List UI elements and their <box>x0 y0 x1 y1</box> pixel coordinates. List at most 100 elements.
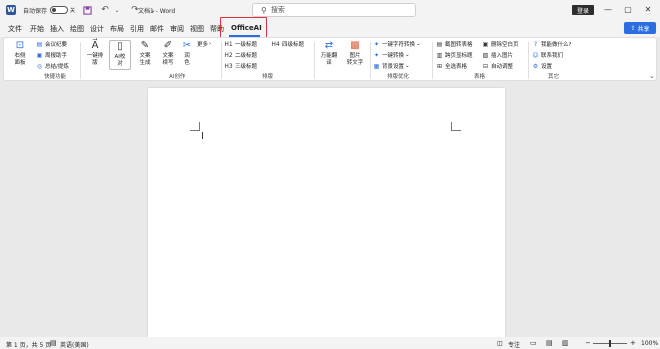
proofing-icon[interactable]: ▤ <box>50 339 57 347</box>
focus-mode-label[interactable]: 专注 <box>508 340 520 349</box>
chevron-down-icon: ⌄ <box>416 41 421 47</box>
dropdown-icon[interactable]: ⌄ <box>111 4 123 16</box>
repeat-header-button[interactable]: ▥ 跨页显标题 <box>436 51 473 60</box>
login-button[interactable]: 登录 <box>572 5 595 15</box>
copy-generate-button[interactable]: ✎ 文案 生成 <box>134 40 156 67</box>
summary-icon: ◎ <box>36 62 43 70</box>
heading2-button[interactable]: H2 二级标题 <box>224 51 258 60</box>
tab-view[interactable]: 视图 <box>190 24 204 34</box>
tab-layout[interactable]: 布局 <box>110 24 124 34</box>
page-count[interactable]: 第 1 页，共 5 页 <box>6 340 51 349</box>
h2-icon: H2 <box>224 51 233 59</box>
one-click-format-label: 一键排 版 <box>86 53 104 66</box>
web-layout-icon[interactable]: ▥ <box>562 339 569 347</box>
crop-mark <box>451 122 461 131</box>
zoom-out-icon[interactable]: − <box>585 339 591 347</box>
one-click-format-button[interactable]: A⃗ 一键排 版 <box>83 40 107 67</box>
maximize-icon[interactable]: ▢ <box>622 3 634 15</box>
chevron-down-icon: › <box>209 41 212 47</box>
translate-button[interactable]: ⇄ 万能翻 译 <box>317 40 341 67</box>
ribbon: ⊡ 右侧 面板 ▤ 会议纪要 ▣ 周报助手 ◎ 总结/提炼 快捷功能 A⃗ 一键排 版… <box>3 37 657 81</box>
right-panel-button[interactable]: ⊡ 右侧 面板 <box>8 40 32 67</box>
tab-draw[interactable]: 绘图 <box>70 24 84 34</box>
heading4-button[interactable]: H4 四级标题 <box>271 40 304 49</box>
zoom-slider-thumb[interactable] <box>609 340 611 347</box>
auto-fit-label: 自动调整 <box>491 64 514 70</box>
repeat-header-label: 跨页显标题 <box>445 53 473 59</box>
one-click-convert-label: 一键转换 <box>382 53 405 59</box>
heading3-button[interactable]: H3 三级标题 <box>224 62 258 71</box>
print-layout-icon[interactable]: ▤ <box>546 339 553 347</box>
copy-continue-button[interactable]: ✐ 文案 续写 <box>157 40 179 67</box>
ai-proofread-button[interactable]: ▯ AI校 对 <box>109 40 131 70</box>
heading1-button[interactable]: H1 一级标题 <box>224 40 257 49</box>
tab-insert[interactable]: 插入 <box>50 24 64 34</box>
language-indicator[interactable]: 英语(美国) <box>60 340 89 349</box>
delete-blank-page-button[interactable]: ▣ 删除空白页 <box>482 40 519 49</box>
heading3-label: 三级标题 <box>235 64 258 70</box>
text-cursor <box>202 132 203 139</box>
background-setting-button[interactable]: ▦ 背景设置 ⌄ <box>373 62 410 71</box>
close-icon[interactable]: ✕ <box>642 3 654 15</box>
h4-icon: H4 <box>271 40 280 48</box>
more-button[interactable]: 更多 › <box>197 40 211 48</box>
word-app-icon: W <box>6 5 16 15</box>
autosave-label: 自动保存 <box>23 7 48 15</box>
tab-review[interactable]: 审阅 <box>170 24 184 34</box>
read-mode-icon[interactable]: ▭ <box>530 339 537 347</box>
group-layout: 排版 <box>262 74 274 80</box>
translate-label: 万能翻 译 <box>320 53 338 66</box>
contact-us-button[interactable]: ☺ 联系我们 <box>532 51 563 60</box>
continue-icon: ✐ <box>163 40 173 51</box>
share-button[interactable]: ⇪ 共享 <box>624 22 656 34</box>
search-box[interactable]: ⚲ 搜索 <box>252 3 416 17</box>
gear-icon: ⚙ <box>532 62 539 70</box>
settings-button[interactable]: ⚙ 设置 <box>532 62 553 71</box>
image-to-text-label: 图片 转文字 <box>346 53 364 66</box>
save-icon[interactable] <box>81 4 93 16</box>
crop-mark <box>190 122 200 131</box>
what-can-i-do-button[interactable]: ? 我能做什么? <box>532 40 572 49</box>
zoom-level[interactable]: 100% <box>641 340 658 347</box>
one-click-convert-button[interactable]: ✦ 一键转换 ⌄ <box>373 51 410 60</box>
meeting-minutes-label: 会议纪要 <box>45 42 68 48</box>
undo-icon[interactable]: ↶ <box>99 4 111 16</box>
image-to-text-button[interactable]: ▩ 图片 转文字 <box>343 40 367 67</box>
tab-design[interactable]: 设计 <box>90 24 104 34</box>
tab-file[interactable]: 文件 <box>8 24 22 34</box>
search-placeholder: 搜索 <box>270 6 285 14</box>
char-convert-button[interactable]: ✦ 一键字符转换 ⌄ <box>373 40 421 49</box>
robot-icon: ⊡ <box>15 40 25 51</box>
zoom-in-icon[interactable]: + <box>630 339 636 347</box>
auto-fit-button[interactable]: ⊟ 自动调整 <box>482 62 514 71</box>
group-divider <box>528 42 529 79</box>
what-can-i-do-label: 我能做什么? <box>541 42 572 48</box>
settings-label: 设置 <box>541 64 553 70</box>
meeting-minutes-button[interactable]: ▤ 会议纪要 <box>36 40 68 49</box>
tab-references[interactable]: 引用 <box>130 24 144 34</box>
minimize-icon[interactable]: — <box>602 3 614 15</box>
autosave-toggle[interactable] <box>50 6 69 14</box>
format-icon: A⃗ <box>91 40 99 51</box>
summarize-button[interactable]: ◎ 总结/提炼 <box>36 62 69 71</box>
focus-icon[interactable]: ◫ <box>497 340 503 347</box>
collapse-ribbon-icon[interactable]: ⌄ <box>649 72 655 80</box>
menu-bar: 文件 开始 插入 绘图 设计 布局 引用 邮件 审阅 视图 帮助 OfficeA… <box>0 20 660 37</box>
heading2-label: 二级标题 <box>235 53 258 59</box>
summarize-label: 总结/提炼 <box>45 64 69 70</box>
select-all-tables-button[interactable]: ⊞ 全选表格 <box>436 62 468 71</box>
select-all-tables-label: 全选表格 <box>445 64 468 70</box>
search-icon: ⚲ <box>261 5 267 15</box>
insert-image-button[interactable]: ▨ 插入图片 <box>482 51 514 60</box>
contact-icon: ☺ <box>532 51 539 59</box>
image-icon: ▩ <box>350 40 360 51</box>
weekly-report-button[interactable]: ▣ 周报助手 <box>36 51 67 60</box>
group-layout-optimize: 排版优化 <box>387 74 410 80</box>
tab-home[interactable]: 开始 <box>30 24 44 34</box>
screenshot-to-table-button[interactable]: ▤ 截图转表格 <box>436 40 473 49</box>
proofread-icon: ▯ <box>117 41 123 52</box>
polish-button[interactable]: ✂ 润 色 <box>179 40 195 67</box>
auto-fit-icon: ⊟ <box>482 62 489 70</box>
insert-image-label: 插入图片 <box>491 53 514 59</box>
tab-mailings[interactable]: 邮件 <box>150 24 164 34</box>
